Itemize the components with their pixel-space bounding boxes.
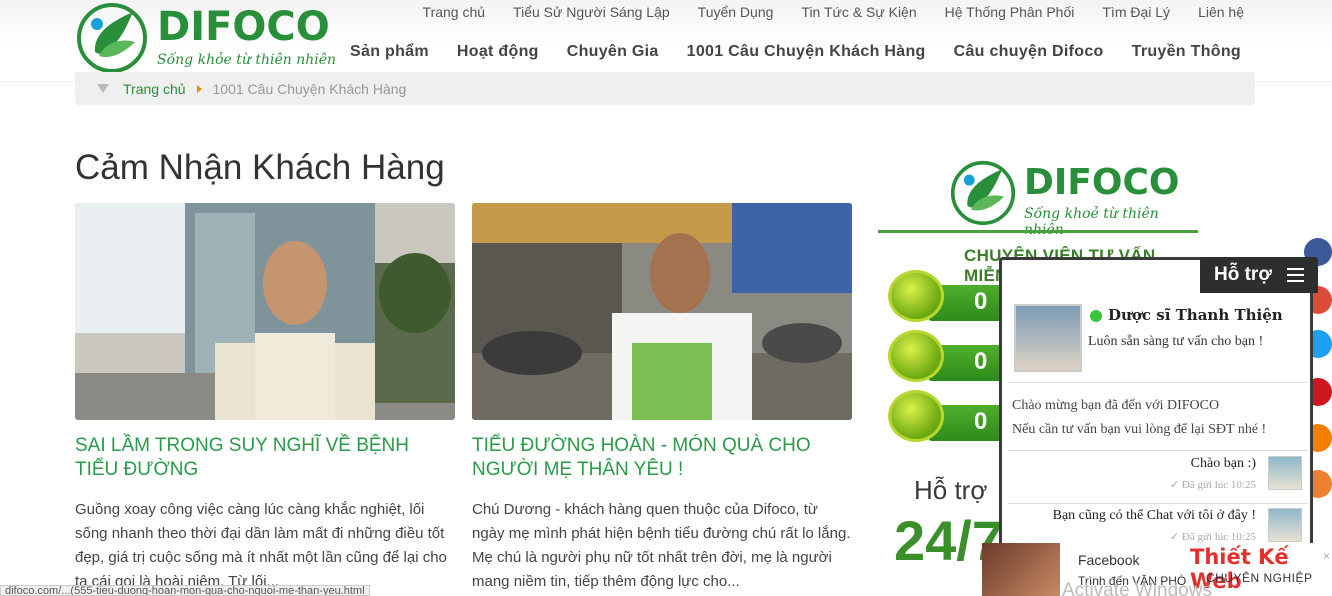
chat-message-text: Chào bạn :) bbox=[1190, 456, 1256, 471]
article-card: TIỂU ĐƯỜNG HOÀN - MÓN QUÀ CHO NGƯỜI MẸ T… bbox=[472, 203, 852, 594]
top-link-founder[interactable]: Tiểu Sử Người Sáng Lập bbox=[513, 4, 670, 20]
article-image[interactable] bbox=[472, 203, 852, 420]
phone-icon[interactable] bbox=[888, 390, 944, 442]
banner-support-label: Hỗ trợ bbox=[914, 475, 988, 505]
logo-slogan: Sống khỏe từ thiên nhiên bbox=[157, 52, 337, 68]
breadcrumb-home-link[interactable]: Trang chủ bbox=[123, 81, 186, 97]
article-title[interactable]: SAI LẦM TRONG SUY NGHĨ VỀ BỆNH TIỂU ĐƯỜN… bbox=[75, 434, 445, 482]
article-excerpt: Guồng xoay công việc càng lúc càng khắc … bbox=[75, 501, 447, 590]
top-link-home[interactable]: Trang chủ bbox=[423, 4, 486, 20]
chat-message-text: Bạn cũng có thể Chat với tôi ở đây ! bbox=[1052, 508, 1256, 523]
online-status-icon bbox=[1090, 310, 1102, 322]
nav-products[interactable]: Sản phẩm bbox=[350, 43, 429, 61]
logo-leaf-icon bbox=[77, 3, 147, 73]
banner-slogan: Sống khoẻ từ thiên nhiên bbox=[1024, 206, 1159, 238]
article-card: SAI LẦM TRONG SUY NGHĨ VỀ BỆNH TIỂU ĐƯỜN… bbox=[75, 203, 455, 594]
web-design-subtitle: CHUYÊN NGHIỆP bbox=[1206, 571, 1313, 585]
top-link-contact[interactable]: Liên hệ bbox=[1198, 4, 1244, 20]
phone-icon[interactable] bbox=[888, 330, 944, 382]
facebook-label[interactable]: Facebook bbox=[1078, 552, 1139, 568]
logo-text: DIFOCO bbox=[157, 4, 330, 50]
close-icon[interactable]: × bbox=[1323, 549, 1330, 563]
chat-tab-label: Hỗ trợ bbox=[1214, 264, 1272, 285]
nav-customer-stories[interactable]: 1001 Câu Chuyện Khách Hàng bbox=[687, 43, 926, 61]
chat-divider bbox=[1008, 450, 1308, 451]
breadcrumb-home-icon[interactable] bbox=[97, 84, 109, 93]
top-link-find-agent[interactable]: Tìm Đại Lý bbox=[1102, 4, 1170, 20]
chat-divider bbox=[1008, 503, 1308, 504]
customer-photo-1 bbox=[75, 203, 455, 420]
nav-activities[interactable]: Hoạt động bbox=[457, 43, 539, 61]
phone-icon[interactable] bbox=[888, 270, 944, 322]
windows-activation-watermark: Activate Windows bbox=[1062, 580, 1212, 596]
breadcrumb-current: 1001 Câu Chuyện Khách Hàng bbox=[212, 80, 407, 97]
agent-status: Luôn sẵn sàng tư vấn cho bạn ! bbox=[1088, 334, 1264, 349]
agent-avatar bbox=[1014, 304, 1082, 372]
promo-photo bbox=[982, 543, 1060, 596]
article-excerpt: Chú Dương - khách hàng quen thuộc của Di… bbox=[472, 501, 851, 590]
banner-divider bbox=[878, 230, 1198, 233]
phone-number-digit: 0 bbox=[974, 408, 988, 435]
banner-logo-leaf-icon bbox=[950, 160, 1016, 226]
chat-message: Chào bạn :) ✓ Đã gửi lúc 10:25 bbox=[1170, 456, 1256, 491]
chat-divider bbox=[1008, 382, 1308, 383]
chat-message-time: ✓ Đã gửi lúc 10:25 bbox=[1169, 479, 1256, 491]
agent-mini-avatar bbox=[1268, 508, 1302, 542]
chat-message-time: ✓ Đã gửi lúc 10:25 bbox=[1169, 531, 1256, 543]
site-header: DIFOCO Sống khỏe từ thiên nhiên Trang ch… bbox=[0, 0, 1332, 82]
chat-support-tab[interactable]: Hỗ trợ bbox=[1200, 257, 1318, 293]
chat-message: Bạn cũng có thể Chat với tôi ở đây ! ✓ Đ… bbox=[1053, 508, 1256, 543]
browser-status-url: difoco.com/...(555-tieu-duong-hoan-mon-q… bbox=[0, 585, 370, 596]
page-title: Cảm Nhận Khách Hàng bbox=[75, 148, 445, 187]
welcome-line: Chào mừng bạn đã đến với DIFOCO bbox=[1012, 398, 1220, 413]
breadcrumb: Trang chủ 1001 Câu Chuyện Khách Hàng bbox=[75, 72, 1255, 105]
phone-number-digit: 0 bbox=[974, 348, 988, 375]
top-link-distribution[interactable]: Hệ Thống Phân Phối bbox=[945, 4, 1075, 20]
breadcrumb-separator-icon bbox=[196, 84, 202, 93]
welcome-message: Chào mừng bạn đã đến với DIFOCO Nếu cần … bbox=[1012, 394, 1302, 442]
menu-icon[interactable] bbox=[1287, 268, 1304, 282]
phone-number-digit: 0 bbox=[974, 288, 988, 315]
article-title[interactable]: TIỂU ĐƯỜNG HOÀN - MÓN QUÀ CHO NGƯỜI MẸ T… bbox=[472, 434, 842, 482]
main-navigation: Sản phẩm Hoạt động Chuyên Gia 1001 Câu C… bbox=[350, 43, 1241, 61]
nav-experts[interactable]: Chuyên Gia bbox=[567, 43, 659, 61]
banner-logo-text: DIFOCO bbox=[1024, 162, 1180, 203]
welcome-line: Nếu cần tư vấn bạn vui lòng để lại SĐT n… bbox=[1012, 422, 1267, 437]
customer-photo-2 bbox=[472, 203, 852, 420]
top-link-news[interactable]: Tin Tức & Sự Kiện bbox=[801, 4, 916, 20]
top-link-recruitment[interactable]: Tuyển Dụng bbox=[698, 4, 774, 20]
site-logo[interactable]: DIFOCO Sống khỏe từ thiên nhiên bbox=[75, 2, 345, 74]
nav-difoco-story[interactable]: Câu chuyện Difoco bbox=[954, 43, 1104, 61]
agent-name: Dược sĩ Thanh Thiện bbox=[1108, 306, 1283, 324]
article-image[interactable] bbox=[75, 203, 455, 420]
top-navigation: Trang chủ Tiểu Sử Người Sáng Lập Tuyển D… bbox=[423, 4, 1244, 20]
nav-media[interactable]: Truyền Thông bbox=[1132, 43, 1241, 61]
agent-mini-avatar bbox=[1268, 456, 1302, 490]
